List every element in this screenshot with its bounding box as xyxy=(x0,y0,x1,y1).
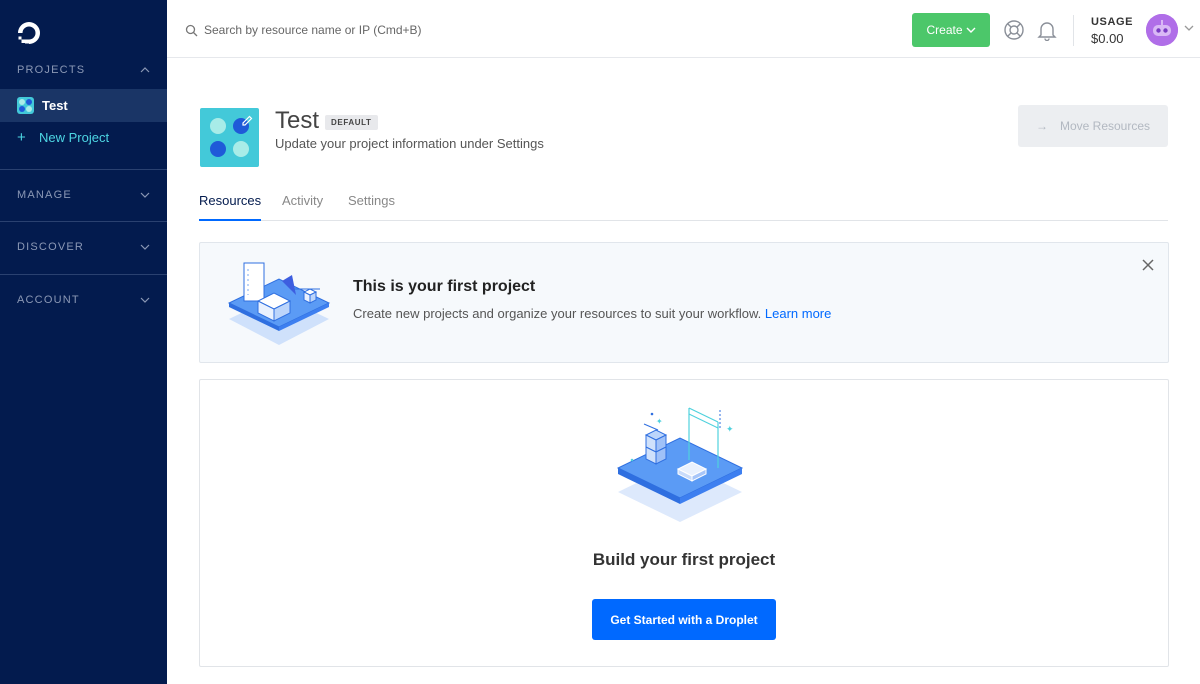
new-project-link[interactable]: + New Project xyxy=(17,128,109,146)
learn-more-link[interactable]: Learn more xyxy=(765,306,831,321)
close-icon[interactable] xyxy=(1141,258,1155,272)
search-input[interactable] xyxy=(204,23,604,37)
manage-section-header[interactable]: MANAGE xyxy=(0,183,167,207)
default-badge: DEFAULT xyxy=(325,115,378,130)
chevron-up-icon xyxy=(140,67,150,73)
header-separator xyxy=(1073,15,1074,46)
empty-state-title: Build your first project xyxy=(592,550,776,569)
plus-icon: + xyxy=(17,128,26,146)
droplet-illustration-icon: ✦ ✦ xyxy=(616,407,744,522)
discover-section-label: DISCOVER xyxy=(17,241,85,253)
manage-section-label: MANAGE xyxy=(17,189,72,201)
move-resources-label: Move Resources xyxy=(1059,119,1151,133)
search-bar[interactable] xyxy=(185,21,604,39)
sidebar-item-test-project[interactable]: Test xyxy=(0,89,167,122)
banner-text: Create new projects and organize your re… xyxy=(353,306,831,321)
projects-section-header[interactable]: PROJECTS xyxy=(0,58,167,82)
projects-section-label: PROJECTS xyxy=(17,64,86,76)
project-subtitle: Update your project information under Se… xyxy=(275,136,544,151)
sidebar: PROJECTS Test + New Project MANAGE DISCO… xyxy=(0,0,167,684)
sidebar-divider xyxy=(0,169,167,170)
banner-description: Create new projects and organize your re… xyxy=(353,306,762,321)
create-button-label: Create xyxy=(926,23,963,37)
move-resources-button[interactable]: → Move Resources xyxy=(1018,105,1168,147)
new-project-label: New Project xyxy=(39,129,110,145)
project-tile-icon xyxy=(200,108,259,167)
digitalocean-logo-icon[interactable] xyxy=(16,20,42,46)
project-illustration-icon xyxy=(227,262,331,345)
usage-label: USAGE xyxy=(1091,16,1134,28)
svg-text:✦: ✦ xyxy=(656,417,663,426)
get-started-droplet-button[interactable]: Get Started with a Droplet xyxy=(592,599,776,640)
chevron-down-icon[interactable] xyxy=(1184,24,1194,32)
discover-section-header[interactable]: DISCOVER xyxy=(0,235,167,259)
account-section-header[interactable]: ACCOUNT xyxy=(0,288,167,312)
robot-avatar-icon xyxy=(1146,14,1178,46)
first-project-banner: This is your first project Create new pr… xyxy=(199,242,1169,363)
chevron-down-icon xyxy=(140,244,150,250)
avatar[interactable] xyxy=(1146,14,1178,46)
page-title: Test xyxy=(275,107,320,134)
arrow-right-icon: → xyxy=(1035,119,1048,133)
account-section-label: ACCOUNT xyxy=(17,294,80,306)
top-header: Create USAGE $0.00 xyxy=(167,0,1200,58)
help-lifebuoy-icon[interactable] xyxy=(1003,19,1025,41)
sidebar-divider xyxy=(0,274,167,275)
tab-activity[interactable]: Activity xyxy=(282,193,323,221)
chevron-down-icon xyxy=(140,297,150,303)
project-icon xyxy=(17,97,34,114)
banner-title: This is your first project xyxy=(353,278,536,295)
tab-resources[interactable]: Resources xyxy=(199,193,262,221)
pencil-edit-icon[interactable] xyxy=(240,114,254,128)
sidebar-project-name: Test xyxy=(42,98,68,113)
project-tabs: Resources Activity Settings xyxy=(199,190,1168,221)
sidebar-divider xyxy=(0,221,167,222)
chevron-down-icon xyxy=(140,192,150,198)
notifications-bell-icon[interactable] xyxy=(1036,19,1058,41)
svg-text:✦: ✦ xyxy=(726,425,734,435)
tab-settings[interactable]: Settings xyxy=(348,193,395,221)
create-button[interactable]: Create xyxy=(912,13,990,47)
usage-value[interactable]: $0.00 xyxy=(1091,31,1124,46)
empty-state-card: ✦ ✦ Build your first project Get Started… xyxy=(199,379,1169,667)
chevron-down-icon xyxy=(966,27,976,33)
search-icon xyxy=(185,24,198,36)
